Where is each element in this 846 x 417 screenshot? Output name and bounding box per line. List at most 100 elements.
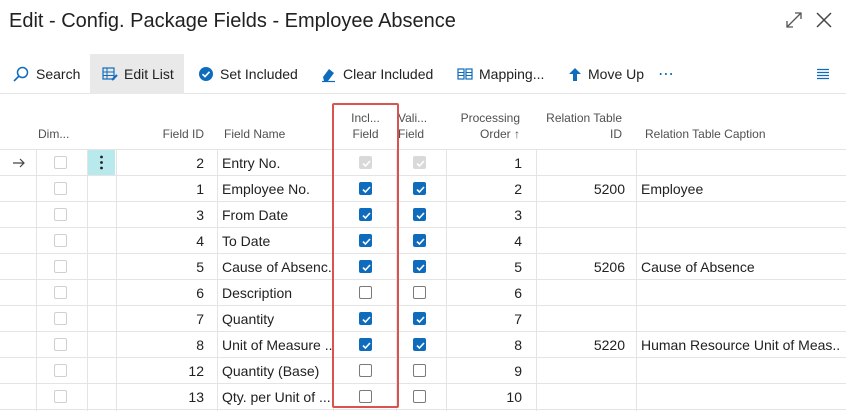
processing-order-cell: 6 (514, 285, 522, 301)
edit-list-icon (102, 67, 118, 81)
validate-field-checkbox[interactable] (413, 312, 426, 325)
table-row[interactable]: 2 Entry No. 1 (0, 150, 846, 176)
col-header-processing-order[interactable]: Processing Order ↑ (448, 104, 520, 149)
dimension-checkbox[interactable] (54, 338, 67, 351)
include-field-checkbox[interactable] (359, 182, 372, 195)
include-field-checkbox[interactable] (359, 208, 372, 221)
edit-list-button[interactable]: Edit List (90, 54, 184, 94)
move-up-label: Move Up (588, 66, 645, 82)
field-name-cell[interactable]: From Date (222, 202, 332, 228)
field-name-cell[interactable]: Employee No. (222, 176, 332, 202)
search-button[interactable]: Search (12, 54, 80, 94)
dimension-checkbox[interactable] (54, 390, 67, 403)
more-vertical-icon (100, 155, 103, 170)
field-id-cell: 13 (188, 389, 204, 405)
table-row[interactable]: 8 Unit of Measure ... 8 5220 Human Resource … (0, 332, 846, 358)
list-view-button[interactable] (815, 54, 837, 94)
expand-button[interactable] (783, 9, 807, 35)
table-row[interactable]: 3 From Date 3 (0, 202, 846, 228)
validate-field-checkbox[interactable] (413, 234, 426, 247)
table-row[interactable]: 7 Quantity 7 (0, 306, 846, 332)
validate-field-checkbox[interactable] (413, 390, 426, 403)
table-row[interactable]: 13 Qty. per Unit of ... 10 (0, 384, 846, 410)
search-label: Search (36, 66, 81, 82)
field-id-cell: 4 (196, 233, 204, 249)
validate-field-checkbox[interactable] (413, 338, 426, 351)
col-header-include-field[interactable]: Incl... Field (338, 104, 393, 149)
col-header-field-id[interactable]: Field ID (118, 104, 204, 149)
table-row[interactable]: 12 Quantity (Base) 9 (0, 358, 846, 384)
relation-table-id-cell (536, 228, 625, 254)
processing-order-cell: 1 (514, 155, 522, 171)
processing-order-cell: 9 (514, 363, 522, 379)
col-header-dim[interactable]: Dim... (38, 104, 78, 149)
dimension-checkbox[interactable] (54, 156, 67, 169)
row-actions-button[interactable] (88, 150, 115, 175)
include-field-checkbox[interactable] (359, 312, 372, 325)
table-row[interactable]: 1 Employee No. 2 5200 Employee (0, 176, 846, 202)
validate-field-checkbox[interactable] (413, 364, 426, 377)
relation-table-id-cell: 5206 (593, 259, 625, 275)
include-field-checkbox[interactable] (359, 234, 372, 247)
mapping-label: Mapping... (479, 66, 545, 82)
clear-included-button[interactable]: Clear Included (320, 54, 433, 94)
validate-field-checkbox[interactable] (413, 182, 426, 195)
dimension-checkbox[interactable] (54, 260, 67, 273)
field-name-cell[interactable]: Qty. per Unit of ... (222, 384, 332, 410)
validate-field-checkbox[interactable] (413, 260, 426, 273)
current-row-arrow-icon (12, 156, 26, 174)
field-id-cell: 5 (196, 259, 204, 275)
expand-icon (786, 12, 802, 28)
dimension-checkbox[interactable] (54, 312, 67, 325)
processing-order-cell: 10 (506, 389, 522, 405)
field-name-cell[interactable]: Quantity (Base) (222, 358, 332, 384)
col-header-relation-table-id[interactable]: Relation Table ID (536, 104, 622, 149)
col-header-validate-field[interactable]: Vali... Field (398, 104, 444, 149)
relation-table-caption-cell (641, 150, 841, 176)
validate-field-checkbox[interactable] (413, 208, 426, 221)
dimension-checkbox[interactable] (54, 364, 67, 377)
dimension-checkbox[interactable] (54, 182, 67, 195)
mapping-button[interactable]: Mapping... (457, 54, 544, 94)
col-header-field-name[interactable]: Field Name (224, 104, 324, 149)
col-header-relation-table-caption[interactable]: Relation Table Caption (645, 104, 835, 149)
include-field-checkbox[interactable] (359, 156, 372, 169)
relation-table-id-cell: 5200 (593, 181, 625, 197)
table-row[interactable]: 6 Description 6 (0, 280, 846, 306)
relation-table-id-cell (536, 280, 625, 306)
page-title: Edit - Config. Package Fields - Employee… (9, 10, 456, 32)
mapping-icon (457, 68, 473, 80)
field-name-cell[interactable]: Quantity (222, 306, 332, 332)
validate-field-checkbox[interactable] (413, 286, 426, 299)
include-field-checkbox[interactable] (359, 364, 372, 377)
more-actions-button[interactable]: ⋯ (658, 54, 674, 94)
include-field-checkbox[interactable] (359, 286, 372, 299)
validate-field-checkbox[interactable] (413, 156, 426, 169)
field-name-cell[interactable]: To Date (222, 228, 332, 254)
field-id-cell: 8 (196, 337, 204, 353)
dimension-checkbox[interactable] (54, 286, 67, 299)
relation-table-id-cell (536, 384, 625, 410)
close-icon (816, 12, 832, 28)
dimension-checkbox[interactable] (54, 234, 67, 247)
processing-order-cell: 2 (514, 181, 522, 197)
relation-table-caption-cell (641, 306, 841, 332)
relation-table-caption-cell: Cause of Absence (641, 259, 755, 275)
relation-table-caption-cell: Employee (641, 181, 704, 197)
table-row[interactable]: 5 Cause of Absenc... 5 5206 Cause of Absence (0, 254, 846, 280)
relation-table-id-cell (536, 306, 625, 332)
clear-included-label: Clear Included (343, 66, 434, 82)
set-included-button[interactable]: Set Included (198, 54, 298, 94)
dimension-checkbox[interactable] (54, 208, 67, 221)
include-field-checkbox[interactable] (359, 390, 372, 403)
close-button[interactable] (813, 9, 837, 35)
field-name-cell[interactable]: Entry No. (222, 150, 332, 176)
field-name-cell[interactable]: Description (222, 280, 332, 306)
field-name-cell[interactable]: Cause of Absenc... (222, 254, 332, 280)
field-name-cell[interactable]: Unit of Measure ... (222, 332, 332, 358)
include-field-checkbox[interactable] (359, 260, 372, 273)
table-row[interactable]: 4 To Date 4 (0, 228, 846, 254)
move-up-button[interactable]: Move Up (568, 54, 644, 94)
include-field-checkbox[interactable] (359, 338, 372, 351)
relation-table-caption-cell (641, 280, 841, 306)
